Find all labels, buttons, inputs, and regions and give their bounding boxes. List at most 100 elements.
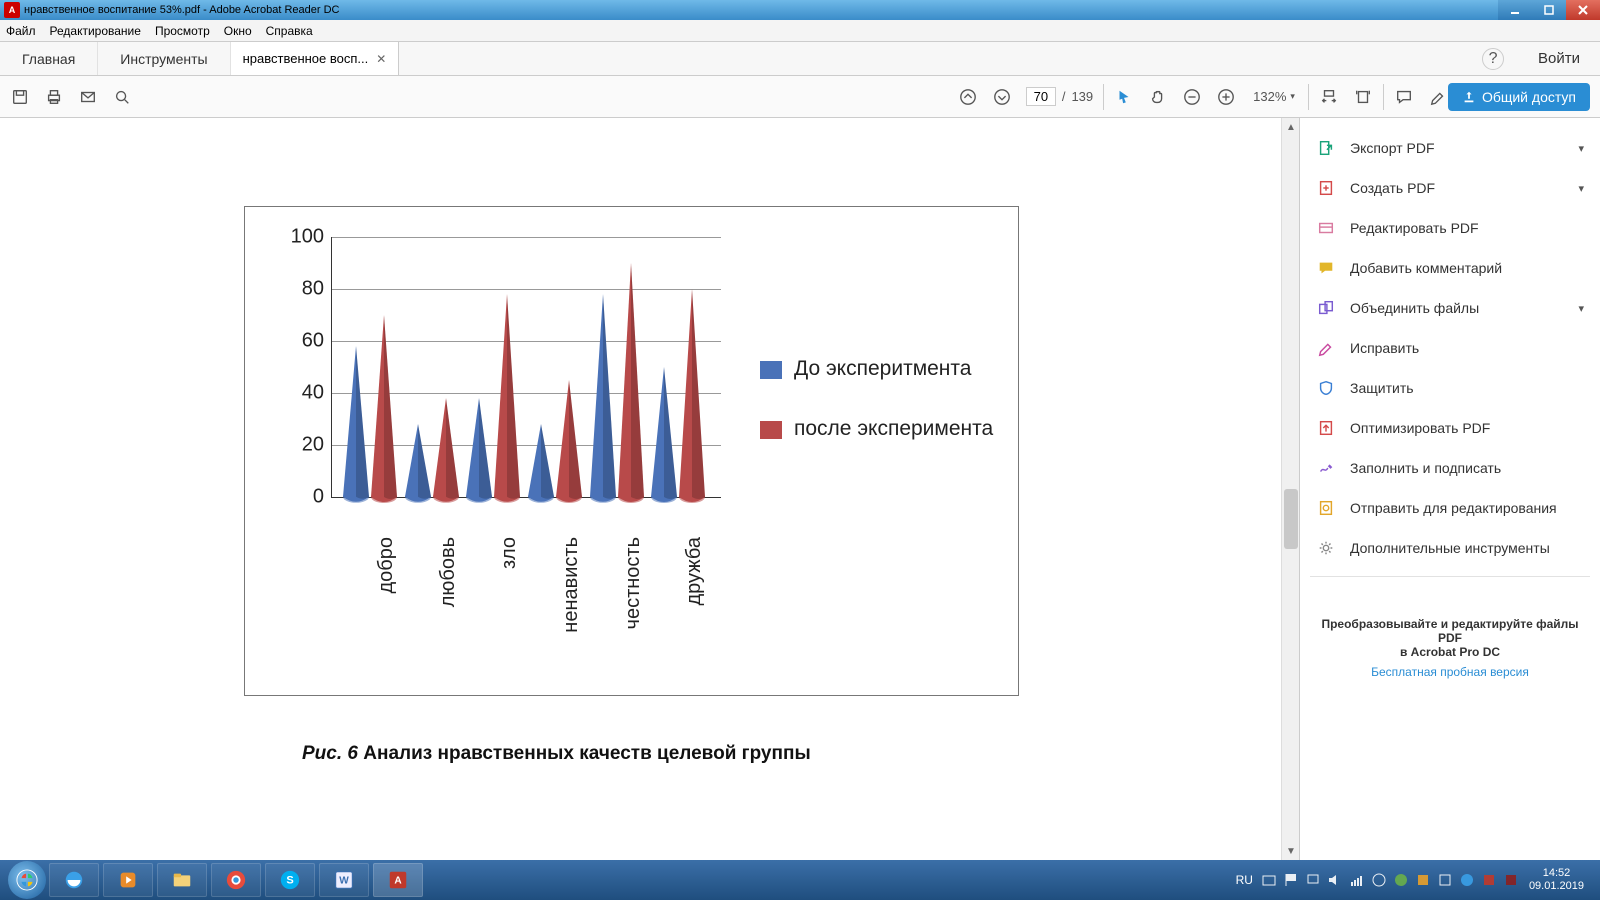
print-icon[interactable]: [44, 87, 64, 107]
protect-icon: [1316, 378, 1336, 398]
sidepanel-item-protect[interactable]: Защитить: [1310, 368, 1590, 408]
upload-icon: [1462, 90, 1476, 104]
legend-label-1: До эксперитмента: [794, 357, 971, 381]
sidepanel-item-redact[interactable]: Исправить: [1310, 328, 1590, 368]
comment-icon: [1316, 258, 1336, 278]
menu-view[interactable]: Просмотр: [155, 24, 210, 38]
search-icon[interactable]: [112, 87, 132, 107]
sidepanel-item-comment[interactable]: Добавить комментарий: [1310, 248, 1590, 288]
menu-edit[interactable]: Редактирование: [50, 24, 141, 38]
tray-icon[interactable]: [1261, 872, 1277, 888]
system-tray[interactable]: [1261, 872, 1519, 888]
tray-icon-generic[interactable]: [1503, 872, 1519, 888]
select-arrow-icon[interactable]: [1114, 87, 1134, 107]
tray-icon-generic[interactable]: [1415, 872, 1431, 888]
zoom-in-icon[interactable]: [1216, 87, 1236, 107]
page-total: 139: [1071, 89, 1093, 104]
more-icon: [1316, 538, 1336, 558]
page-indicator: / 139: [1026, 87, 1093, 106]
tray-network-icon[interactable]: [1305, 872, 1321, 888]
scroll-down-icon[interactable]: ▼: [1282, 842, 1300, 860]
document-viewer[interactable]: 020406080100 добро любовь зло ненависть …: [0, 118, 1300, 860]
chevron-down-icon: ▾: [1578, 142, 1584, 155]
start-button[interactable]: [8, 861, 46, 899]
taskbar-item-explorer[interactable]: [157, 863, 207, 897]
taskbar-item-word[interactable]: W: [319, 863, 369, 897]
fit-page-icon[interactable]: [1353, 87, 1373, 107]
comment-icon[interactable]: [1394, 87, 1414, 107]
menu-file[interactable]: Файл: [6, 24, 36, 38]
help-button[interactable]: ?: [1482, 48, 1504, 70]
scroll-up-icon[interactable]: ▲: [1282, 118, 1300, 136]
window-titlebar: A нравственное воспитание 53%.pdf - Adob…: [0, 0, 1600, 20]
window-maximize-button[interactable]: [1532, 0, 1566, 20]
app-icon: A: [4, 2, 20, 18]
tray-wifi-icon[interactable]: [1349, 872, 1365, 888]
sidepanel-item-send[interactable]: Отправить для редактирования: [1310, 488, 1590, 528]
zoom-out-icon[interactable]: [1182, 87, 1202, 107]
legend-swatch-1: [760, 361, 782, 379]
chevron-down-icon: ▾: [1290, 91, 1295, 102]
windows-taskbar: S W A RU 14:52 09.01.2019: [0, 860, 1600, 900]
tray-flag-icon[interactable]: [1283, 872, 1299, 888]
sidepanel-promo: Преобразовывайте и редактируйте файлы PD…: [1310, 617, 1590, 679]
taskbar-item-ie[interactable]: [49, 863, 99, 897]
create-icon: [1316, 178, 1336, 198]
tray-icon-generic[interactable]: [1393, 872, 1409, 888]
page-down-icon[interactable]: [992, 87, 1012, 107]
chevron-down-icon: ▾: [1578, 302, 1584, 315]
tools-sidepanel: Экспорт PDF▾Создать PDF▾Редактировать PD…: [1300, 118, 1600, 860]
scroll-thumb[interactable]: [1284, 489, 1298, 549]
signin-button[interactable]: Войти: [1518, 42, 1600, 75]
save-icon[interactable]: [10, 87, 30, 107]
sidepanel-item-optimize[interactable]: Оптимизировать PDF: [1310, 408, 1590, 448]
sidepanel-item-edit[interactable]: Редактировать PDF: [1310, 208, 1590, 248]
window-close-button[interactable]: [1566, 0, 1600, 20]
taskbar-item-acrobat[interactable]: A: [373, 863, 423, 897]
menu-window[interactable]: Окно: [224, 24, 252, 38]
optimize-icon: [1316, 418, 1336, 438]
taskbar-item-chrome[interactable]: [211, 863, 261, 897]
svg-text:A: A: [394, 876, 402, 887]
sidepanel-item-create[interactable]: Создать PDF▾: [1310, 168, 1590, 208]
edit-icon: [1316, 218, 1336, 238]
window-minimize-button[interactable]: [1498, 0, 1532, 20]
taskbar-item-media[interactable]: [103, 863, 153, 897]
zoom-dropdown[interactable]: 132%▾: [1250, 88, 1298, 105]
toolbar: / 139 132%▾ Общий доступ: [0, 76, 1600, 118]
hand-icon[interactable]: [1148, 87, 1168, 107]
redact-icon: [1316, 338, 1336, 358]
tab-tools[interactable]: Инструменты: [98, 42, 230, 75]
tray-icon-generic[interactable]: [1459, 872, 1475, 888]
page-current-input[interactable]: [1026, 87, 1056, 106]
trial-link[interactable]: Бесплатная пробная версия: [1310, 665, 1590, 679]
page-up-icon[interactable]: [958, 87, 978, 107]
tray-icon-generic[interactable]: [1437, 872, 1453, 888]
svg-text:S: S: [286, 875, 293, 887]
share-button[interactable]: Общий доступ: [1448, 83, 1590, 111]
language-indicator[interactable]: RU: [1236, 873, 1253, 887]
svg-text:W: W: [339, 876, 349, 887]
send-icon: [1316, 498, 1336, 518]
fit-width-icon[interactable]: [1319, 87, 1339, 107]
sidepanel-item-sign[interactable]: Заполнить и подписать: [1310, 448, 1590, 488]
taskbar-clock[interactable]: 14:52 09.01.2019: [1529, 867, 1584, 893]
tray-icon-generic[interactable]: [1371, 872, 1387, 888]
sidepanel-item-export[interactable]: Экспорт PDF▾: [1310, 128, 1590, 168]
sidepanel-item-more[interactable]: Дополнительные инструменты: [1310, 528, 1590, 568]
tab-home[interactable]: Главная: [0, 42, 98, 75]
chevron-down-icon: ▾: [1578, 182, 1584, 195]
tab-document[interactable]: нравственное восп... ✕: [231, 42, 400, 75]
tabbar: Главная Инструменты нравственное восп...…: [0, 42, 1600, 76]
menubar: Файл Редактирование Просмотр Окно Справк…: [0, 20, 1600, 42]
tab-close-icon[interactable]: ✕: [376, 52, 386, 66]
highlight-icon[interactable]: [1428, 87, 1448, 107]
menu-help[interactable]: Справка: [266, 24, 313, 38]
figure-caption: Рис. 6 Анализ нравственных качеств целев…: [302, 743, 811, 765]
tray-volume-icon[interactable]: [1327, 872, 1343, 888]
taskbar-item-skype[interactable]: S: [265, 863, 315, 897]
vertical-scrollbar[interactable]: ▲ ▼: [1281, 118, 1299, 860]
tray-icon-generic[interactable]: [1481, 872, 1497, 888]
mail-icon[interactable]: [78, 87, 98, 107]
sidepanel-item-combine[interactable]: Объединить файлы▾: [1310, 288, 1590, 328]
